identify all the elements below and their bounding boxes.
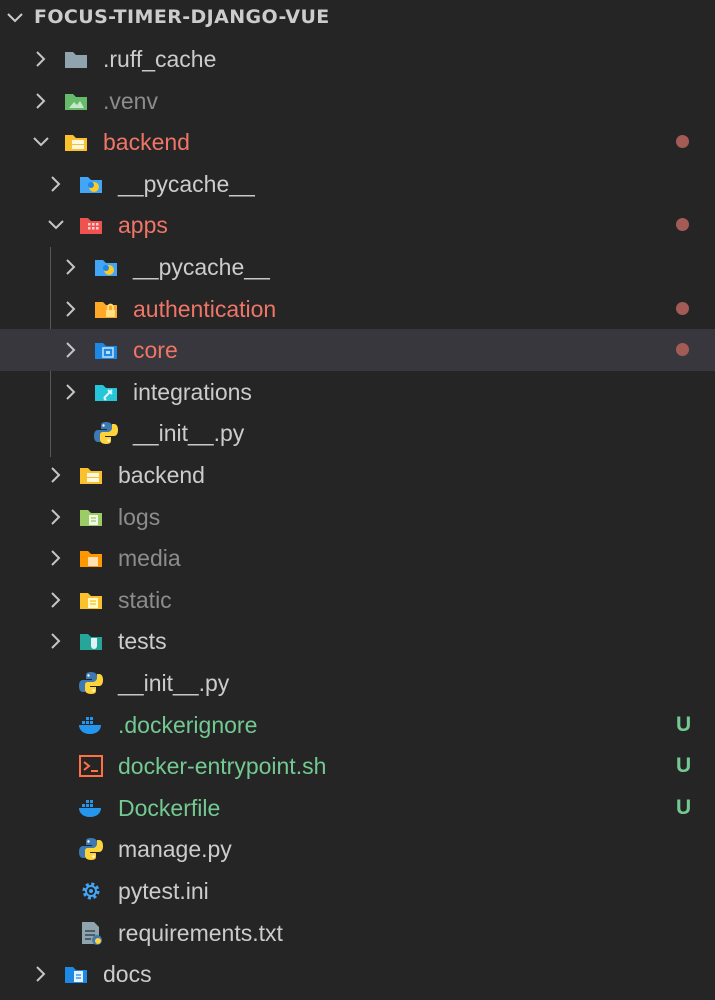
tree-item-label: core [133, 337, 178, 364]
tree-item[interactable]: core [0, 329, 715, 371]
tree-item-label: docs [103, 961, 152, 988]
tree-item-label: manage.py [118, 836, 232, 863]
chevron-right-icon[interactable] [45, 547, 67, 569]
tree-item-label: docker-entrypoint.sh [118, 753, 327, 780]
folder-python-icon [80, 176, 102, 193]
tree-item[interactable]: backend [0, 454, 715, 496]
folder-test-icon [80, 634, 102, 651]
tree-item-label: authentication [133, 295, 277, 322]
tree-item[interactable]: integrations [0, 371, 715, 413]
docker-icon [79, 716, 101, 734]
tree-item-label: static [118, 586, 172, 613]
folder-static-icon [80, 592, 102, 609]
settings-gear-icon [82, 882, 100, 900]
tree-item-label: __pycache__ [118, 170, 255, 197]
folder-docs-icon [65, 967, 87, 984]
chevron-right-icon[interactable] [60, 256, 82, 278]
tree-item[interactable]: docker-entrypoint.sh U [0, 745, 715, 787]
tree-item[interactable]: apps [0, 204, 715, 246]
folder-core-icon [95, 343, 117, 360]
chevron-right-icon[interactable] [45, 464, 67, 486]
tree-item-label: __init__.py [133, 420, 245, 447]
tree-item-label: __pycache__ [133, 254, 270, 280]
tree-item-label: media [118, 545, 181, 572]
chevron-right-icon[interactable] [45, 589, 67, 611]
chevron-down-icon[interactable] [30, 131, 52, 153]
folder-python-icon [95, 260, 117, 276]
tree-item[interactable]: requirements.txt [0, 912, 715, 954]
modified-dot [676, 218, 689, 232]
tree-item[interactable]: media [0, 537, 715, 579]
modified-dot [676, 301, 689, 315]
chevron-right-icon[interactable] [60, 339, 82, 361]
tree-item[interactable]: tests [0, 620, 715, 662]
tree-item-label: backend [118, 462, 205, 488]
folder-gray-icon [65, 52, 87, 68]
folder-lock-icon [95, 301, 117, 318]
modified-dot [676, 135, 689, 149]
tree-item-label: logs [118, 503, 161, 530]
tree-item[interactable]: __init__.py [0, 412, 715, 454]
workspace-title: FOCUS-TIMER-DJANGO-VUE [34, 6, 330, 28]
tree-item-label: __init__.py [118, 670, 230, 696]
modified-dot [676, 343, 689, 357]
chevron-down-icon[interactable] [4, 7, 26, 29]
tree-item-label: apps [118, 212, 168, 239]
tree-item[interactable]: __pycache__ [0, 163, 715, 205]
folder-plugin-icon [95, 384, 117, 401]
tree-item-label: integrations [133, 378, 252, 405]
tree-item[interactable]: Dockerfile U [0, 787, 715, 829]
git-status-badge: U [676, 712, 692, 736]
git-status-badge: U [676, 795, 692, 819]
python-file-icon [79, 838, 103, 861]
tree-item-label: requirements.txt [118, 919, 283, 946]
chevron-right-icon[interactable] [60, 298, 82, 320]
tree-item[interactable]: __init__.py [0, 662, 715, 704]
tree-item[interactable]: static [0, 579, 715, 621]
folder-server-icon [80, 468, 102, 484]
chevron-right-icon[interactable] [30, 48, 52, 70]
chevron-right-icon[interactable] [60, 381, 82, 403]
folder-server-icon [65, 135, 87, 152]
explorer-header[interactable]: FOCUS-TIMER-DJANGO-VUE [0, 0, 715, 36]
chevron-right-icon[interactable] [30, 90, 52, 112]
folder-logs-icon [80, 509, 102, 526]
git-status-badge: U [676, 754, 692, 778]
folder-environment-icon [65, 93, 87, 110]
python-file-icon [79, 672, 103, 694]
tree-item-label: pytest.ini [118, 878, 209, 904]
tree-item-label: Dockerfile [118, 794, 221, 821]
tree-item[interactable]: authentication [0, 288, 715, 330]
tree-item-label: .venv [103, 87, 158, 114]
tree-item[interactable]: logs [0, 496, 715, 538]
tree-item[interactable]: docs [0, 953, 715, 995]
folder-app-icon [80, 218, 102, 235]
shell-script-icon [79, 755, 103, 778]
tree-item-label: tests [118, 628, 167, 655]
tree-item[interactable]: pytest.ini [0, 870, 715, 912]
tree-item-label: .dockerignore [118, 711, 258, 738]
tree-item[interactable]: manage.py [0, 828, 715, 870]
tree-item-label: .ruff_cache [103, 46, 217, 72]
file-explorer: FOCUS-TIMER-DJANGO-VUE .ruff_cache .venv b… [0, 0, 715, 1000]
tree-item[interactable]: __pycache__ [0, 246, 715, 288]
chevron-down-icon[interactable] [45, 214, 67, 236]
chevron-right-icon[interactable] [45, 630, 67, 652]
tree-item[interactable]: .dockerignore U [0, 704, 715, 746]
python-requirements-icon [82, 921, 102, 945]
tree-item[interactable]: .ruff_cache [0, 38, 715, 80]
folder-media-icon [80, 551, 102, 568]
tree-item-label: backend [103, 129, 190, 156]
chevron-right-icon[interactable] [45, 173, 67, 195]
tree-item[interactable]: .venv [0, 80, 715, 122]
python-file-icon [94, 422, 118, 445]
docker-icon [79, 799, 101, 817]
tree-item[interactable]: backend [0, 121, 715, 163]
chevron-right-icon[interactable] [30, 963, 52, 985]
chevron-right-icon[interactable] [45, 506, 67, 528]
